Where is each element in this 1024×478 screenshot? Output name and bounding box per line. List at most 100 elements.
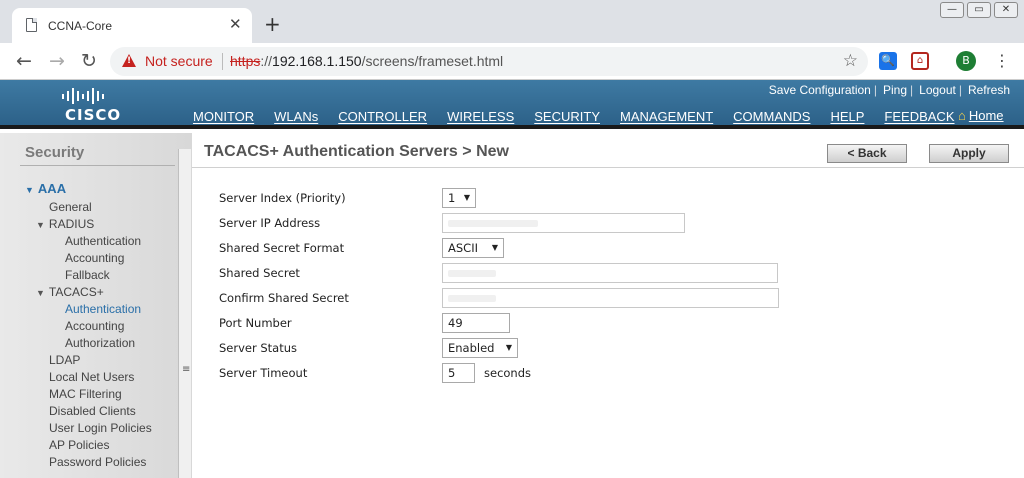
- shared-secret-input[interactable]: [442, 263, 778, 283]
- form-row-server-index: Server Index (Priority) 1 ▼: [219, 188, 979, 213]
- sidebar-item-tacacs-accounting[interactable]: Accounting: [65, 319, 124, 333]
- server-ip-label: Server IP Address: [219, 216, 321, 230]
- bookmark-star-icon[interactable]: ☆: [843, 51, 858, 71]
- menu-wireless[interactable]: WIRELESS: [447, 109, 514, 124]
- menu-controller[interactable]: CONTROLLER: [338, 109, 427, 124]
- server-timeout-label: Server Timeout: [219, 366, 308, 380]
- menu-feedback[interactable]: FEEDBACK: [884, 109, 954, 124]
- sidebar-item-ap-policies[interactable]: AP Policies: [49, 438, 109, 452]
- page-title: TACACS+ Authentication Servers > New: [204, 143, 509, 160]
- sidebar-item-radius-accounting[interactable]: Accounting: [65, 251, 124, 265]
- profile-avatar[interactable]: B: [956, 51, 976, 71]
- apply-button[interactable]: Apply: [929, 144, 1009, 163]
- expanded-triangle-icon: ▼: [25, 185, 34, 195]
- sidebar-item-tacacs-authorization[interactable]: Authorization: [65, 336, 135, 350]
- sidebar-scrollbar[interactable]: ≡: [178, 149, 191, 478]
- form-row-confirm-secret: Confirm Shared Secret: [219, 288, 979, 313]
- sidebar-item-general[interactable]: General: [49, 200, 92, 214]
- form-row-secret-format: Shared Secret Format ASCII ▼: [219, 238, 979, 263]
- menu-help[interactable]: HELP: [830, 109, 864, 124]
- sidebar-item-local-net-users[interactable]: Local Net Users: [49, 370, 134, 384]
- divider: [222, 53, 223, 70]
- restore-button[interactable]: ▭: [967, 2, 991, 18]
- port-input[interactable]: 49: [442, 313, 510, 333]
- url-scheme: https: [230, 53, 261, 69]
- menu-wlans[interactable]: WLANs: [274, 109, 318, 124]
- close-window-button[interactable]: ✕: [994, 2, 1018, 18]
- sidebar: Security ▼ AAA General ▼ RADIUS Authentica…: [0, 133, 192, 478]
- server-ip-input[interactable]: [442, 213, 685, 233]
- server-index-select[interactable]: 1 ▼: [442, 188, 476, 208]
- confirm-secret-label: Confirm Shared Secret: [219, 291, 349, 305]
- sidebar-item-tacacs[interactable]: ▼ TACACS+: [36, 285, 104, 299]
- url-bar[interactable]: Not secure https://192.168.1.150/screens…: [110, 47, 868, 76]
- browser-tab[interactable]: CCNA-Core ✕: [12, 8, 252, 43]
- server-index-value: 1: [448, 191, 456, 205]
- secret-format-select[interactable]: ASCII ▼: [442, 238, 504, 258]
- server-status-label: Server Status: [219, 341, 298, 355]
- header-bottom-band: [0, 125, 1024, 129]
- new-tab-button[interactable]: +: [264, 14, 281, 34]
- sidebar-item-disabled-clients[interactable]: Disabled Clients: [49, 404, 136, 418]
- tab-close-icon[interactable]: ✕: [229, 16, 242, 32]
- sidebar-item-label: TACACS+: [48, 285, 104, 299]
- sidebar-item-tacacs-authentication[interactable]: Authentication: [65, 302, 141, 316]
- sidebar-item-password-policies[interactable]: Password Policies: [49, 455, 146, 469]
- confirm-secret-input[interactable]: [442, 288, 779, 308]
- forward-arrow-icon[interactable]: →: [49, 51, 65, 71]
- logout-link[interactable]: Logout: [919, 83, 956, 97]
- home-link[interactable]: ⌂ Home: [958, 108, 1004, 123]
- server-status-select[interactable]: Enabled ▼: [442, 338, 518, 358]
- form-row-timeout: Server Timeout 5 seconds: [219, 363, 979, 388]
- main-content: TACACS+ Authentication Servers > New < B…: [192, 133, 1024, 478]
- reload-icon[interactable]: ↻: [81, 51, 97, 71]
- form-row-status: Server Status Enabled ▼: [219, 338, 979, 363]
- form-row-server-ip: Server IP Address: [219, 213, 979, 238]
- server-timeout-input[interactable]: 5: [442, 363, 475, 383]
- menu-security[interactable]: SECURITY: [526, 109, 614, 129]
- save-configuration-link[interactable]: Save Configuration: [769, 83, 871, 97]
- expanded-triangle-icon: ▼: [36, 288, 45, 298]
- shared-secret-label: Shared Secret: [219, 266, 300, 280]
- security-indicator[interactable]: Not secure: [145, 53, 213, 69]
- warning-icon: [122, 54, 136, 67]
- form-row-port: Port Number 49: [219, 313, 979, 338]
- menu-management[interactable]: MANAGEMENT: [620, 109, 713, 124]
- sidebar-item-aaa[interactable]: ▼ AAA: [25, 181, 66, 196]
- divider: [192, 167, 1024, 168]
- dropdown-caret-icon: ▼: [491, 243, 498, 252]
- browser-tab-strip: CCNA-Core ✕ + — ▭ ✕: [0, 0, 1024, 43]
- main-menu: MONITOR WLANs CONTROLLER WIRELESS SECURI…: [193, 109, 975, 129]
- divider: [20, 165, 175, 166]
- refresh-link[interactable]: Refresh: [968, 83, 1010, 97]
- form-row-shared-secret: Shared Secret: [219, 263, 979, 288]
- sidebar-item-mac-filtering[interactable]: MAC Filtering: [49, 387, 122, 401]
- menu-monitor[interactable]: MONITOR: [193, 109, 254, 124]
- sidebar-title: Security: [25, 144, 85, 161]
- back-arrow-icon[interactable]: ←: [16, 51, 32, 71]
- minimize-button[interactable]: —: [940, 2, 964, 18]
- server-index-label: Server Index (Priority): [219, 191, 346, 205]
- ping-link[interactable]: Ping: [883, 83, 907, 97]
- sidebar-item-user-login-policies[interactable]: User Login Policies: [49, 421, 152, 435]
- cisco-header: CISCO Save Configuration | Ping | Logout | Ref…: [0, 80, 1024, 129]
- url-host: 192.168.1.150: [272, 53, 362, 69]
- back-button[interactable]: < Back: [827, 144, 907, 163]
- pocket-extension-icon[interactable]: ⌂: [911, 52, 929, 70]
- menu-commands[interactable]: COMMANDS: [733, 109, 810, 124]
- link-divider: |: [873, 83, 877, 97]
- sidebar-item-radius-authentication[interactable]: Authentication: [65, 234, 141, 248]
- input-placeholder-shape: [448, 295, 496, 302]
- sidebar-item-label: AAA: [37, 181, 67, 196]
- url-separator: ://: [260, 53, 273, 69]
- input-placeholder-shape: [448, 220, 538, 227]
- search-extension-icon[interactable]: 🔍: [879, 52, 897, 70]
- browser-menu-icon[interactable]: ⋮: [994, 51, 1010, 70]
- sidebar-item-radius-fallback[interactable]: Fallback: [65, 268, 110, 282]
- scrollbar-grip-icon[interactable]: ≡: [182, 364, 190, 375]
- sidebar-item-ldap[interactable]: LDAP: [49, 353, 80, 367]
- url-text[interactable]: https://192.168.1.150/screens/frameset.h…: [230, 53, 503, 69]
- sidebar-item-radius[interactable]: ▼ RADIUS: [36, 217, 94, 231]
- address-toolbar: ← → ↻ Not secure https://192.168.1.150/s…: [0, 43, 1024, 80]
- url-path: /screens/frameset.html: [361, 53, 504, 69]
